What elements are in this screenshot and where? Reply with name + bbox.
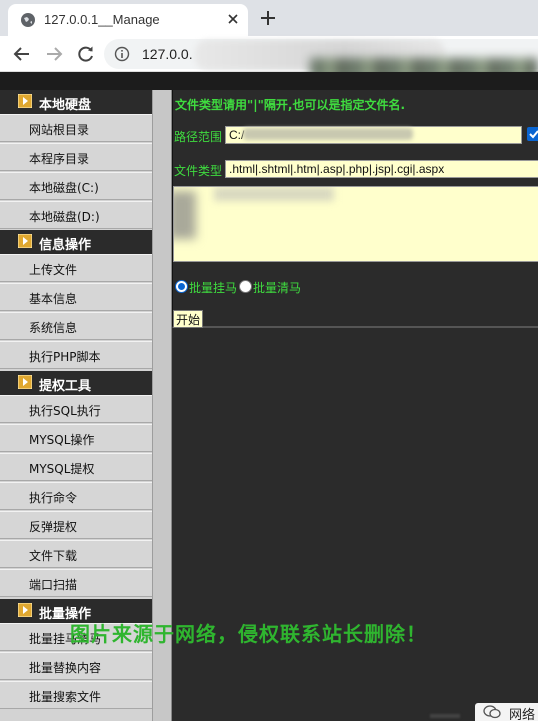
- forward-arrow-icon[interactable]: [44, 44, 64, 64]
- path-checkbox[interactable]: [527, 127, 538, 141]
- reload-icon[interactable]: [76, 44, 96, 64]
- sidebar-item-system-info[interactable]: 系统信息: [0, 312, 152, 340]
- check-icon: [529, 130, 538, 139]
- form-hint: 文件类型请用"|"隔开,也可以是指定文件名.: [175, 98, 406, 112]
- info-icon[interactable]: [114, 46, 130, 62]
- sidebar-item-disk-d[interactable]: 本地磁盘(D:): [0, 201, 152, 229]
- path-label: 路径范围: [174, 130, 223, 144]
- address-text: 127.0.0.: [142, 46, 193, 62]
- section-header-info-ops: 信息操作: [0, 230, 152, 254]
- content-textarea[interactable]: [173, 186, 538, 262]
- tab-title: 127.0.0.1__Manage: [44, 12, 160, 27]
- redacted-region: [214, 187, 334, 201]
- redacted-region: [174, 191, 196, 239]
- type-label: 文件类型: [174, 164, 223, 178]
- sidebar-item-disk-c[interactable]: 本地磁盘(C:): [0, 172, 152, 200]
- redacted-region: [243, 128, 413, 140]
- start-button[interactable]: 开始: [173, 310, 204, 328]
- folder-arrow-icon: [18, 375, 32, 389]
- folder-arrow-icon: [18, 603, 32, 617]
- sidebar-item-mysql-ops[interactable]: MYSQL操作: [0, 424, 152, 452]
- sidebar-item-run-php[interactable]: 执行PHP脚本: [0, 341, 152, 369]
- chat-bubbles-icon: [483, 705, 501, 719]
- section-header-privilege-tools: 提权工具: [0, 371, 152, 395]
- radio-label-batch-clean: 批量清马: [253, 281, 302, 295]
- sidebar-item-reverse-shell[interactable]: 反弹提权: [0, 511, 152, 539]
- section-header-local-disk: 本地硬盘: [0, 90, 152, 114]
- sidebar-item-site-root[interactable]: 网站根目录: [0, 114, 152, 142]
- sidebar-item-mysql-privesc[interactable]: MYSQL提权: [0, 453, 152, 481]
- brand-text: 网络: [509, 708, 536, 721]
- close-icon[interactable]: [224, 10, 242, 28]
- browser-tab-strip: 127.0.0.1__Manage: [0, 0, 538, 36]
- sidebar-item-file-download[interactable]: 文件下载: [0, 540, 152, 568]
- sidebar-item-upload[interactable]: 上传文件: [0, 254, 152, 282]
- browser-tab[interactable]: 127.0.0.1__Manage: [8, 4, 248, 36]
- folder-arrow-icon: [18, 94, 32, 108]
- watermark-text: 图片来源于网络，侵权联系站长删除！: [70, 622, 427, 646]
- sidebar-item-exec-sql[interactable]: 执行SQL执行: [0, 395, 152, 423]
- sidebar-item-batch-search[interactable]: 批量搜索文件: [0, 681, 152, 709]
- radio-label-batch-hang: 批量挂马: [189, 281, 238, 295]
- top-band: [0, 72, 538, 90]
- folder-arrow-icon: [18, 234, 32, 248]
- back-arrow-icon[interactable]: [12, 44, 32, 64]
- sidebar-item-basic-info[interactable]: 基本信息: [0, 283, 152, 311]
- redacted-region: [430, 714, 460, 718]
- sidebar-item-port-scan[interactable]: 端口扫描: [0, 569, 152, 597]
- sidebar-item-batch-replace[interactable]: 批量替换内容: [0, 652, 152, 680]
- radio-batch-hang[interactable]: [175, 280, 188, 293]
- new-tab-plus-icon[interactable]: [258, 8, 278, 28]
- batch-form-panel: 文件类型请用"|"隔开,也可以是指定文件名. 路径范围 C:/ 文件类型 .ht…: [172, 90, 538, 328]
- file-type-input[interactable]: .html|.shtml|.htm|.asp|.php|.jsp|.cgi|.a…: [225, 160, 538, 178]
- brand-badge: 网络: [475, 703, 538, 721]
- radio-batch-clean[interactable]: [239, 280, 252, 293]
- sidebar-item-program-dir[interactable]: 本程序目录: [0, 143, 152, 171]
- sidebar-item-exec-command[interactable]: 执行命令: [0, 482, 152, 510]
- globe-icon: [21, 13, 35, 27]
